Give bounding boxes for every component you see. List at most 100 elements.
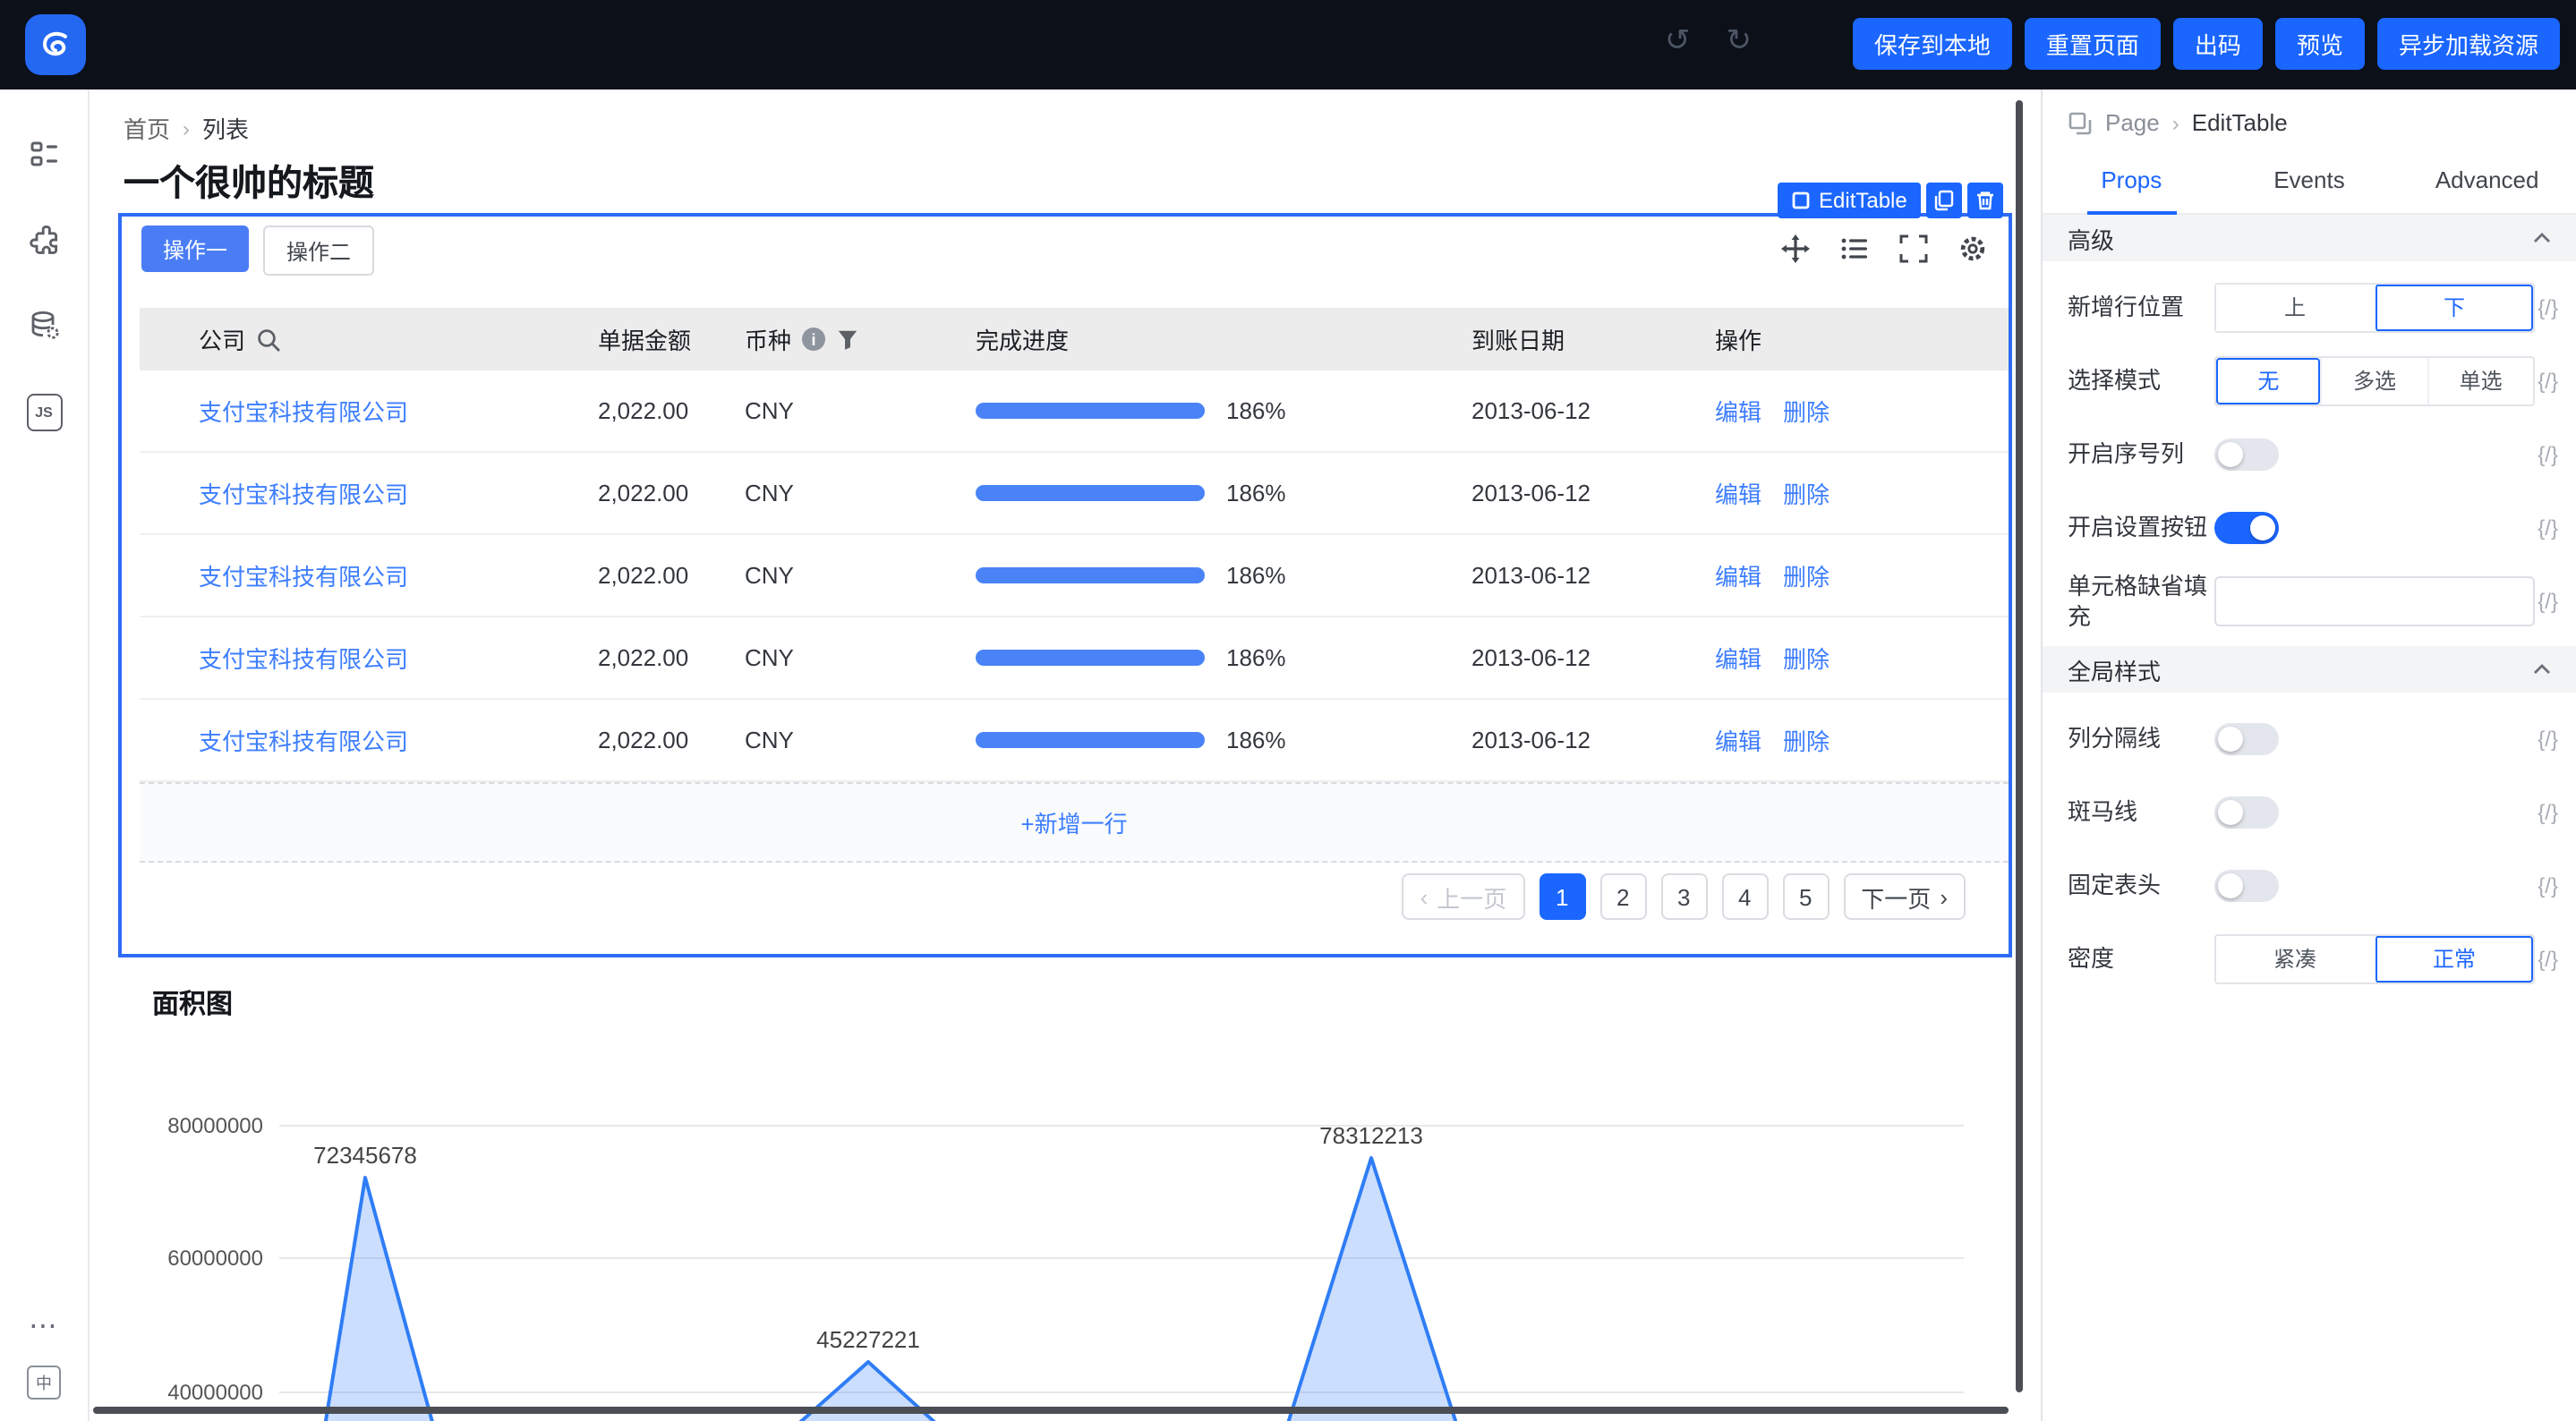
- column-settings-icon[interactable]: [1840, 234, 1869, 263]
- tab-advanced[interactable]: Advanced: [2398, 150, 2576, 213]
- language-switch-icon[interactable]: 中: [27, 1366, 61, 1400]
- option-normal[interactable]: 正常: [2374, 935, 2533, 982]
- section-advanced[interactable]: 高级: [2043, 215, 2576, 261]
- pagination-page-2[interactable]: 2: [1599, 873, 1646, 920]
- index-column-toggle[interactable]: [2214, 438, 2279, 470]
- chevron-up-icon: [2533, 664, 2551, 675]
- info-icon[interactable]: i: [802, 328, 825, 351]
- field-settings-button: 开启设置按钮 {/}: [2068, 490, 2558, 564]
- tab-events[interactable]: Events: [2221, 150, 2399, 213]
- table-row: 支付宝科技有限公司 2,022.00 CNY 186% 2013-06-12 编…: [140, 700, 2009, 782]
- datasource-icon[interactable]: [26, 308, 62, 344]
- tab-action-two[interactable]: 操作二: [263, 225, 374, 276]
- edit-link[interactable]: 编辑: [1715, 558, 1761, 592]
- more-actions-icon[interactable]: ⋯: [29, 1308, 59, 1344]
- col-progress-label: 完成进度: [976, 322, 1069, 356]
- option-top[interactable]: 上: [2216, 284, 2374, 330]
- fixed-header-toggle[interactable]: [2214, 869, 2279, 901]
- inspector-breadcrumb: Page › EditTable: [2043, 89, 2576, 136]
- search-icon[interactable]: [256, 327, 281, 352]
- breadcrumb-home[interactable]: 首页: [124, 111, 170, 145]
- edit-link[interactable]: 编辑: [1715, 476, 1761, 510]
- point-label: 45227221: [816, 1326, 920, 1353]
- frame-select-icon[interactable]: [1899, 234, 1928, 263]
- pagination-prev-button[interactable]: ‹ 上一页: [1403, 873, 1525, 920]
- option-bottom[interactable]: 下: [2374, 284, 2533, 330]
- field-label: 单元格缺省填充: [2068, 570, 2214, 631]
- selected-component-badge[interactable]: EditTable: [1778, 183, 1922, 218]
- bind-variable-icon[interactable]: {/}: [2535, 441, 2558, 466]
- bind-variable-icon[interactable]: {/}: [2535, 726, 2558, 751]
- option-compact[interactable]: 紧凑: [2216, 935, 2374, 982]
- density-segmented: 紧凑 正常: [2214, 933, 2535, 983]
- edit-link[interactable]: 编辑: [1715, 723, 1761, 757]
- move-icon[interactable]: [1781, 234, 1810, 263]
- plugins-icon[interactable]: [26, 222, 62, 258]
- bind-variable-icon[interactable]: {/}: [2535, 368, 2558, 393]
- date-cell: 2013-06-12: [1471, 644, 1715, 671]
- bind-variable-icon[interactable]: {/}: [2535, 872, 2558, 898]
- breadcrumb-current: 列表: [202, 111, 249, 145]
- edit-link[interactable]: 编辑: [1715, 641, 1761, 675]
- undo-icon[interactable]: ↺: [1665, 23, 1691, 59]
- bind-variable-icon[interactable]: {/}: [2535, 294, 2558, 319]
- bind-variable-icon[interactable]: {/}: [2535, 515, 2558, 540]
- pagination-page-1[interactable]: 1: [1539, 873, 1585, 920]
- filter-icon[interactable]: [836, 328, 859, 351]
- outline-tree-icon[interactable]: [26, 136, 62, 172]
- delete-link[interactable]: 删除: [1783, 476, 1830, 510]
- bind-variable-icon[interactable]: {/}: [2535, 799, 2558, 824]
- option-single[interactable]: 单选: [2427, 357, 2533, 404]
- redo-icon[interactable]: ↻: [1727, 23, 1753, 59]
- col-company-label: 公司: [199, 322, 245, 356]
- settings-button-toggle[interactable]: [2214, 511, 2279, 543]
- delete-link[interactable]: 删除: [1783, 723, 1830, 757]
- column-divider-toggle[interactable]: [2214, 722, 2279, 754]
- company-link[interactable]: 支付宝科技有限公司: [199, 564, 408, 591]
- section-global-style[interactable]: 全局样式: [2043, 646, 2576, 693]
- pagination: ‹ 上一页 1 2 3 4 5 下一页 ›: [1403, 873, 1966, 920]
- add-row-button[interactable]: +新增一行: [140, 782, 2009, 863]
- table-row: 支付宝科技有限公司 2,022.00 CNY 186% 2013-06-12 编…: [140, 535, 2009, 617]
- company-link[interactable]: 支付宝科技有限公司: [199, 399, 408, 426]
- pagination-page-4[interactable]: 4: [1721, 873, 1768, 920]
- preview-button[interactable]: 预览: [2275, 18, 2365, 70]
- progress-bar: [976, 732, 1205, 748]
- zebra-stripes-toggle[interactable]: [2214, 796, 2279, 828]
- company-link[interactable]: 支付宝科技有限公司: [199, 481, 408, 508]
- tab-action-one[interactable]: 操作一: [141, 225, 249, 272]
- bind-variable-icon[interactable]: {/}: [2535, 588, 2558, 613]
- reset-page-button[interactable]: 重置页面: [2025, 18, 2161, 70]
- pagination-page-3[interactable]: 3: [1660, 873, 1707, 920]
- canvas-horizontal-scrollbar[interactable]: [93, 1407, 2009, 1414]
- progress-value: 186%: [1226, 644, 1286, 671]
- canvas-vertical-scrollbar[interactable]: [2016, 100, 2023, 1392]
- company-link[interactable]: 支付宝科技有限公司: [199, 728, 408, 755]
- app-logo[interactable]: [25, 14, 86, 75]
- option-none[interactable]: 无: [2216, 357, 2321, 404]
- export-code-button[interactable]: 出码: [2173, 18, 2263, 70]
- settings-gear-icon[interactable]: [1958, 234, 1987, 263]
- delete-link[interactable]: 删除: [1783, 394, 1830, 428]
- cell-default-fill-input[interactable]: [2214, 575, 2535, 625]
- copy-component-button[interactable]: [1927, 183, 1963, 218]
- tab-props[interactable]: Props: [2043, 150, 2221, 213]
- bind-variable-icon[interactable]: {/}: [2535, 946, 2558, 971]
- y-tick-label: 60000000: [167, 1247, 263, 1271]
- breadcrumb-page[interactable]: Page: [2105, 109, 2160, 136]
- company-link[interactable]: 支付宝科技有限公司: [199, 646, 408, 673]
- pagination-page-5[interactable]: 5: [1782, 873, 1829, 920]
- edit-link[interactable]: 编辑: [1715, 394, 1761, 428]
- async-load-button[interactable]: 异步加载资源: [2377, 18, 2560, 70]
- delete-component-button[interactable]: [1968, 183, 2004, 218]
- pagination-next-button[interactable]: 下一页 ›: [1843, 873, 1966, 920]
- option-multi[interactable]: 多选: [2321, 357, 2427, 404]
- actions-cell: 编辑 删除: [1715, 641, 2009, 675]
- component-icon: [1792, 191, 1810, 209]
- delete-link[interactable]: 删除: [1783, 641, 1830, 675]
- js-badge-label: JS: [26, 393, 62, 430]
- js-panel-icon[interactable]: JS: [26, 394, 62, 430]
- delete-link[interactable]: 删除: [1783, 558, 1830, 592]
- progress-cell: 186%: [976, 562, 1471, 589]
- save-local-button[interactable]: 保存到本地: [1853, 18, 2012, 70]
